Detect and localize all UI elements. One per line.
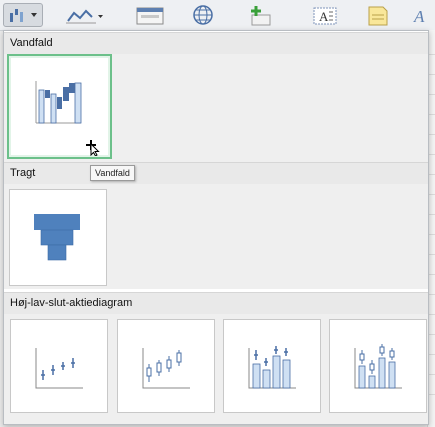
chart-type-dropdown-button[interactable] bbox=[3, 3, 43, 27]
tooltip-text: Vandfald bbox=[95, 168, 130, 178]
note-icon bbox=[368, 6, 388, 26]
plus-shape-icon bbox=[251, 6, 271, 26]
globe-button[interactable] bbox=[188, 3, 220, 27]
section-title-funnel: Tragt bbox=[10, 167, 36, 179]
section-header-stock: Høj-lav-slut-aktiediagram bbox=[4, 292, 428, 315]
form-icon bbox=[136, 7, 164, 25]
stock-vohlc-thumbnail-icon bbox=[354, 344, 402, 389]
funnel-thumbnail-icon bbox=[34, 214, 80, 261]
wordart-icon: A bbox=[413, 7, 425, 26]
tooltip: Vandfald bbox=[90, 165, 135, 181]
line-chart-icon bbox=[66, 9, 103, 24]
textbox-icon: A bbox=[313, 7, 337, 25]
svg-text:A: A bbox=[413, 7, 425, 26]
move-cursor-icon bbox=[86, 140, 100, 156]
stock-hlc-thumbnail-icon bbox=[35, 348, 83, 389]
chart-type-gallery: Vandfald Tragt Vandfald Høj-lav-slut-akt… bbox=[3, 30, 429, 425]
form-button[interactable] bbox=[134, 3, 168, 27]
waterfall-chart-icon bbox=[10, 9, 37, 22]
ribbon-toolbar: A A bbox=[0, 0, 435, 31]
section-title-waterfall: Vandfald bbox=[10, 37, 53, 49]
funnel-chart-option[interactable] bbox=[9, 189, 107, 286]
insert-shape-button[interactable] bbox=[246, 3, 280, 27]
note-button[interactable] bbox=[364, 3, 392, 27]
section-body-stock bbox=[4, 314, 428, 424]
textbox-button[interactable]: A bbox=[309, 3, 343, 27]
stock-vhlc-chart-option[interactable] bbox=[223, 319, 321, 413]
globe-icon bbox=[193, 5, 213, 25]
section-body-waterfall bbox=[4, 54, 428, 164]
section-body-funnel bbox=[4, 184, 428, 289]
stock-ohlc-thumbnail-icon bbox=[142, 348, 190, 389]
stock-hlc-chart-option[interactable] bbox=[10, 319, 108, 413]
wordart-button[interactable]: A bbox=[412, 3, 435, 27]
stock-ohlc-chart-option[interactable] bbox=[117, 319, 215, 413]
section-header-funnel: Tragt bbox=[4, 162, 428, 185]
stock-vohlc-chart-option[interactable] bbox=[329, 319, 427, 413]
section-title-stock: Høj-lav-slut-aktiediagram bbox=[10, 297, 133, 309]
stock-vhlc-thumbnail-icon bbox=[248, 346, 296, 389]
svg-text:A: A bbox=[319, 9, 329, 24]
section-header-waterfall: Vandfald bbox=[4, 32, 428, 55]
sparkline-button[interactable] bbox=[62, 3, 106, 27]
